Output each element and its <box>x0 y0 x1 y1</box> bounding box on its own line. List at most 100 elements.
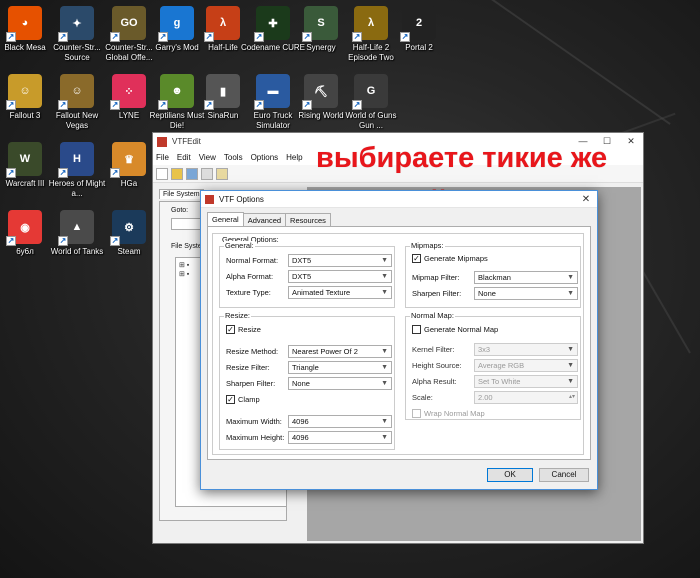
resize-sharpen-filter-select[interactable]: None ▼ <box>288 377 392 390</box>
resize-sharpen-filter-value: None <box>292 379 310 388</box>
copy-icon[interactable] <box>201 167 213 180</box>
alpha-format-select[interactable]: DXT5 ▼ <box>288 270 392 283</box>
kernel-filter-label: Kernel Filter: <box>412 345 455 354</box>
resize-filter-select[interactable]: Triangle ▼ <box>288 361 392 374</box>
alpha-format-value: DXT5 <box>292 272 312 281</box>
alpha-format-label: Alpha Format: <box>226 272 274 281</box>
chevron-down-icon: ▼ <box>567 274 574 281</box>
chevron-down-icon: ▼ <box>381 418 388 425</box>
shortcut-arrow-icon: ↗ <box>110 168 120 178</box>
app-icon: ☻ ↗ <box>158 74 194 110</box>
menu-options[interactable]: Options <box>251 153 279 162</box>
texture-type-value: Animated Texture <box>292 288 351 297</box>
chevron-down-icon: ▼ <box>381 348 388 355</box>
texture-type-label: Texture Type: <box>226 288 271 297</box>
shortcut-arrow-icon: ↗ <box>6 168 16 178</box>
max-width-select[interactable]: 4096 ▼ <box>288 415 392 428</box>
dialog-title: VTF Options <box>219 194 264 204</box>
max-width-label: Maximum Width: <box>226 417 282 426</box>
max-height-select[interactable]: 4096 ▼ <box>288 431 392 444</box>
mipmap-filter-select[interactable]: Blackman ▼ <box>474 271 578 284</box>
save-icon[interactable] <box>186 167 198 180</box>
menu-view[interactable]: View <box>199 153 216 162</box>
generate-mipmaps-check-box[interactable]: ✓ <box>412 254 421 263</box>
menu-help[interactable]: Help <box>286 153 302 162</box>
normal-format-label: Normal Format: <box>226 256 279 265</box>
wrap-normal-map-check-box[interactable] <box>412 409 421 418</box>
height-source-value: Average RGB <box>478 361 525 370</box>
resize-check-box[interactable]: ✓ <box>226 325 235 334</box>
app-icon: W ↗ <box>6 142 42 178</box>
spinner-arrows-icon[interactable]: ▴▾ <box>569 392 575 403</box>
annotation-line-1: выбираете тикие же <box>316 142 608 174</box>
app-icon: ☺ ↗ <box>6 74 42 110</box>
close-icon[interactable]: ✕ <box>575 194 597 205</box>
shortcut-arrow-icon: ↗ <box>254 32 264 42</box>
mipmap-filter-label: Mipmap Filter: <box>412 273 460 282</box>
app-icon: ▬ ↗ <box>254 74 290 110</box>
menu-edit[interactable]: Edit <box>177 153 191 162</box>
tree-node[interactable]: ⊞ ▪ <box>179 270 189 278</box>
dialog-title-bar[interactable]: VTF Options ✕ <box>201 191 597 208</box>
alpha-result-select[interactable]: Set To White ▼ <box>474 375 578 388</box>
tab-general[interactable]: General <box>207 212 244 227</box>
app-icon: λ ↗ <box>352 6 388 42</box>
scale-spinner[interactable]: 2.00 ▴▾ <box>474 391 578 404</box>
chevron-down-icon: ▼ <box>567 378 574 385</box>
app-icon: H ↗ <box>58 142 94 178</box>
shortcut-arrow-icon: ↗ <box>58 32 68 42</box>
generate-normal-map-check-box[interactable] <box>412 325 421 334</box>
desktop-shortcut[interactable]: 2 ↗ Portal 2 <box>386 6 452 53</box>
clamp-checkbox[interactable]: ✓ Clamp <box>226 395 260 404</box>
scale-value: 2.00 <box>478 393 493 402</box>
chevron-down-icon: ▼ <box>381 434 388 441</box>
resize-checkbox-label: Resize <box>238 325 261 334</box>
open-folder-icon[interactable] <box>171 167 183 180</box>
normal-format-select[interactable]: DXT5 ▼ <box>288 254 392 267</box>
shortcut-arrow-icon: ↗ <box>352 100 362 110</box>
tree-node[interactable]: ⊞ ▪ <box>179 261 189 269</box>
app-icon: ⚙ ↗ <box>110 210 146 246</box>
resize-checkbox[interactable]: ✓ Resize <box>226 325 261 334</box>
window-title: VTFEdit <box>172 137 201 146</box>
app-icon: ▲ ↗ <box>58 210 94 246</box>
kernel-filter-select[interactable]: 3x3 ▼ <box>474 343 578 356</box>
generate-mipmaps-checkbox[interactable]: ✓ Generate Mipmaps <box>412 254 488 263</box>
cancel-button[interactable]: Cancel <box>539 468 589 482</box>
shortcut-arrow-icon: ↗ <box>254 100 264 110</box>
wrap-normal-map-checkbox[interactable]: Wrap Normal Map <box>412 409 485 418</box>
desktop-shortcut-label: Portal 2 <box>405 43 433 52</box>
wallpaper-crack <box>489 0 671 125</box>
app-icon: S ↗ <box>302 6 338 42</box>
mipmaps-group: Mipmaps: ✓ Generate Mipmaps Mipmap Filter… <box>405 241 581 308</box>
menu-tools[interactable]: Tools <box>224 153 243 162</box>
shortcut-arrow-icon: ↗ <box>6 100 16 110</box>
shortcut-arrow-icon: ↗ <box>6 236 16 246</box>
vtfedit-app-icon <box>205 194 214 204</box>
new-file-icon[interactable] <box>156 167 168 180</box>
paste-icon[interactable] <box>216 167 228 180</box>
resize-method-select[interactable]: Nearest Power Of 2 ▼ <box>288 345 392 358</box>
desktop-shortcut[interactable]: G ↗ World of Guns Gun ... <box>338 74 404 131</box>
tab-file-system[interactable]: File System <box>159 189 204 199</box>
app-icon: G ↗ <box>352 74 388 110</box>
clamp-check-box[interactable]: ✓ <box>226 395 235 404</box>
normal-map-group: Normal Map: Generate Normal Map Kernel F… <box>405 311 581 420</box>
texture-type-select[interactable]: Animated Texture ▼ <box>288 286 392 299</box>
chevron-down-icon: ▼ <box>567 346 574 353</box>
chevron-down-icon: ▼ <box>381 364 388 371</box>
mipmap-sharpen-filter-select[interactable]: None ▼ <box>474 287 578 300</box>
general-group-label: General: <box>224 241 255 250</box>
normal-map-group-label: Normal Map: <box>410 311 455 320</box>
generate-normal-map-checkbox[interactable]: Generate Normal Map <box>412 325 498 334</box>
shortcut-arrow-icon: ↗ <box>204 32 214 42</box>
shortcut-arrow-icon: ↗ <box>58 168 68 178</box>
app-icon: ☺ ↗ <box>58 74 94 110</box>
generate-mipmaps-label: Generate Mipmaps <box>424 254 488 263</box>
ok-button[interactable]: OK <box>487 468 533 482</box>
shortcut-arrow-icon: ↗ <box>158 32 168 42</box>
resize-filter-label: Resize Filter: <box>226 363 270 372</box>
app-icon: ▮ ↗ <box>204 74 240 110</box>
height-source-select[interactable]: Average RGB ▼ <box>474 359 578 372</box>
menu-file[interactable]: File <box>156 153 169 162</box>
